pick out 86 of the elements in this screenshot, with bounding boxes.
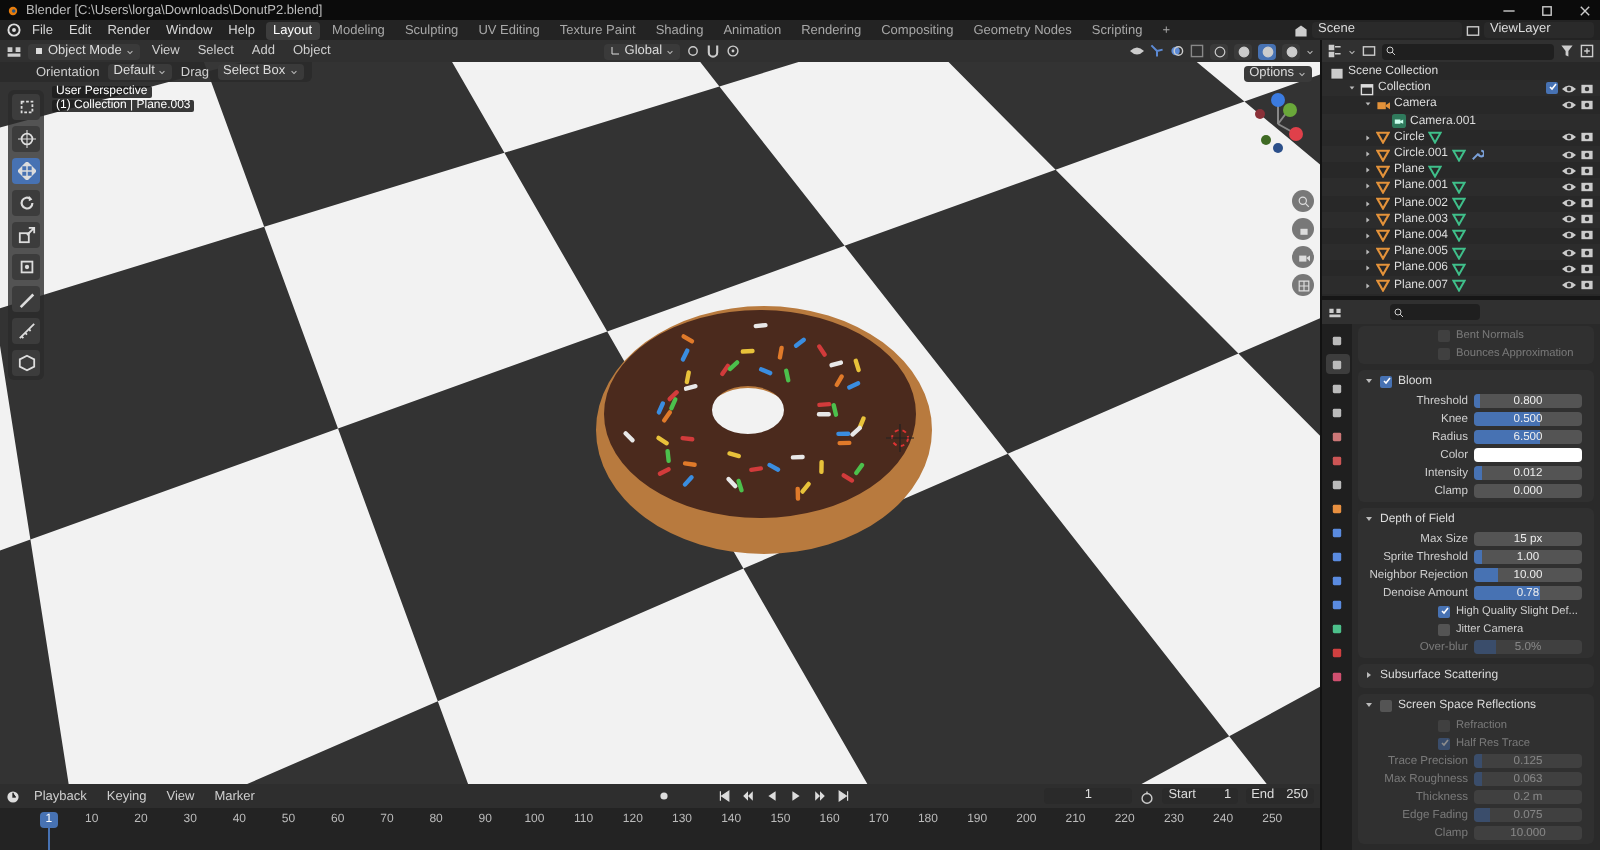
search-icon (1386, 46, 1396, 56)
play-icon (790, 790, 803, 802)
exclude-checkbox[interactable] (1546, 81, 1558, 94)
next-key-button[interactable] (812, 788, 829, 804)
caret-icon (158, 68, 167, 76)
magnet-icon (706, 44, 721, 58)
proportional-edit-icon (726, 44, 741, 58)
play-button[interactable] (788, 788, 805, 804)
pivot-icon (686, 44, 701, 58)
double-left-icon (742, 790, 755, 802)
tool-button[interactable] (12, 126, 40, 152)
color-swatch[interactable] (1474, 447, 1582, 463)
projection-button[interactable] (1292, 274, 1314, 296)
properties-tab[interactable] (1325, 354, 1349, 374)
wrench-icon (1470, 147, 1485, 162)
grid-icon (1297, 279, 1309, 291)
camera-icon (1376, 97, 1390, 112)
search-icon (1394, 307, 1404, 317)
search-field[interactable] (1382, 43, 1554, 59)
display-mode-icon (1328, 44, 1342, 58)
editor-type-icon (1328, 305, 1342, 319)
tool-button[interactable] (12, 350, 40, 376)
pan-button[interactable] (1292, 218, 1314, 240)
play-reverse-icon (766, 790, 779, 802)
collection-icon (1360, 81, 1374, 96)
select-box-icon (17, 98, 35, 116)
jump-end-button[interactable] (836, 788, 853, 804)
checkbox[interactable] (1380, 699, 1392, 711)
gizmo-arrows-icon (1150, 44, 1164, 58)
zoom-button[interactable] (1292, 190, 1314, 212)
play-reverse-button[interactable] (764, 788, 781, 804)
tool-button[interactable] (12, 190, 40, 216)
collapsed-arrow-icon (1364, 670, 1374, 680)
previous-key-button[interactable] (740, 788, 757, 804)
double-right-icon (814, 790, 827, 802)
camera-icon (1297, 251, 1309, 263)
visibility-icon (1130, 44, 1144, 58)
tool-button[interactable] (12, 254, 40, 280)
crosshair-cursor-icon (17, 130, 35, 148)
shading-mode-button[interactable] (1258, 43, 1276, 59)
jump-start-icon (718, 790, 731, 802)
3d-cursor-icon (885, 423, 915, 453)
rotate-arrow-icon (17, 194, 35, 212)
caret-icon (125, 47, 134, 55)
editor-type-icon (6, 43, 22, 59)
caret-icon (1306, 47, 1314, 55)
ruler-icon (17, 322, 35, 340)
scene-collection-icon (1330, 65, 1344, 80)
checkbox[interactable] (1438, 605, 1450, 617)
overlays-icon (1170, 44, 1184, 58)
search-field[interactable] (1390, 304, 1480, 320)
tool-button[interactable] (12, 286, 40, 312)
tool-button[interactable] (12, 94, 40, 120)
caret-icon (1348, 47, 1356, 55)
new-collection-icon (1580, 44, 1594, 58)
checkbox[interactable] (1380, 375, 1392, 387)
shading-mode-button[interactable] (1210, 43, 1228, 59)
axes-icon (610, 46, 621, 56)
shading-mode-button[interactable] (1282, 43, 1300, 59)
record-button[interactable] (656, 788, 673, 804)
camera-view-button[interactable] (1292, 246, 1314, 268)
close-icon (1577, 3, 1591, 17)
maximize-icon (1539, 3, 1553, 17)
stopwatch-icon (1140, 789, 1155, 803)
shading-mode-button[interactable] (1234, 43, 1252, 59)
caret-icon (666, 47, 675, 55)
cube-icon (17, 354, 35, 372)
transform-icon (17, 258, 35, 276)
jump-start-button[interactable] (716, 788, 733, 804)
expanded-arrow-icon (1364, 700, 1374, 710)
camera-data-icon (1392, 114, 1406, 129)
expanded-arrow-icon (1364, 514, 1374, 524)
tool-button[interactable] (12, 318, 40, 344)
funnel-icon (1560, 44, 1574, 58)
tool-button[interactable] (12, 222, 40, 248)
checkbox[interactable] (1438, 623, 1450, 635)
magnifier-icon (1297, 195, 1309, 207)
move-arrows-icon (17, 162, 35, 180)
jump-end-icon (838, 790, 851, 802)
caret-icon (1298, 70, 1306, 78)
tool-button[interactable] (12, 158, 40, 184)
clock-icon (6, 789, 20, 803)
record-dot-icon (658, 790, 671, 802)
caret-icon (289, 68, 298, 76)
scale-icon (17, 226, 35, 244)
expanded-arrow-icon (1364, 376, 1374, 386)
